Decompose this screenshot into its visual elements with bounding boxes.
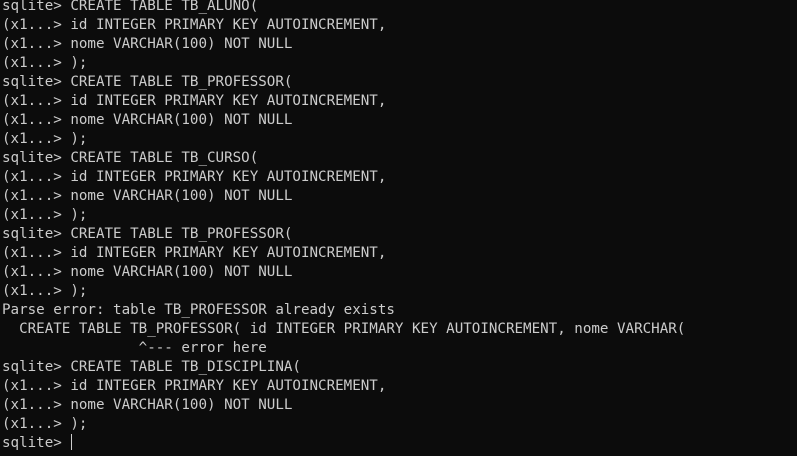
terminal-line: (x1...> nome VARCHAR(100) NOT NULL [2, 188, 293, 204]
error-message-line: Parse error: table TB_PROFESSOR already … [2, 302, 395, 318]
terminal-line: (x1...> id INTEGER PRIMARY KEY AUTOINCRE… [2, 17, 387, 33]
terminal-line: sqlite> CREATE TABLE TB_CURSO( [2, 150, 259, 166]
terminal-line: (x1...> nome VARCHAR(100) NOT NULL [2, 264, 293, 280]
terminal-line: (x1...> nome VARCHAR(100) NOT NULL [2, 112, 293, 128]
terminal-line: (x1...> id INTEGER PRIMARY KEY AUTOINCRE… [2, 245, 387, 261]
terminal-line: (x1...> nome VARCHAR(100) NOT NULL [2, 397, 293, 413]
error-context-line: CREATE TABLE TB_PROFESSOR( id INTEGER PR… [2, 321, 686, 337]
terminal-line: sqlite> CREATE TABLE TB_PROFESSOR( [2, 74, 293, 90]
terminal-line: (x1...> ); [2, 55, 88, 71]
terminal-line: sqlite> CREATE TABLE TB_PROFESSOR( [2, 226, 293, 242]
terminal-line: sqlite> CREATE TABLE TB_DISCIPLINA( [2, 359, 301, 375]
error-pointer-line: ^--- error here [2, 340, 267, 356]
prompt-label: sqlite> [2, 435, 71, 451]
terminal-line: (x1...> nome VARCHAR(100) NOT NULL [2, 36, 293, 52]
terminal-line: (x1...> id INTEGER PRIMARY KEY AUTOINCRE… [2, 93, 387, 109]
terminal-line: (x1...> ); [2, 416, 88, 432]
terminal-line: (x1...> ); [2, 131, 88, 147]
terminal-window[interactable]: sqlite> CREATE TABLE TB_ALUNO( (x1...> i… [0, 0, 797, 453]
text-cursor[interactable] [71, 434, 73, 450]
terminal-line: sqlite> CREATE TABLE TB_ALUNO( [2, 0, 259, 14]
terminal-line: (x1...> id INTEGER PRIMARY KEY AUTOINCRE… [2, 169, 387, 185]
input-line[interactable]: sqlite> [2, 434, 797, 453]
terminal-line: (x1...> ); [2, 283, 88, 299]
terminal-line: (x1...> ); [2, 207, 88, 223]
terminal-line: (x1...> id INTEGER PRIMARY KEY AUTOINCRE… [2, 378, 387, 394]
